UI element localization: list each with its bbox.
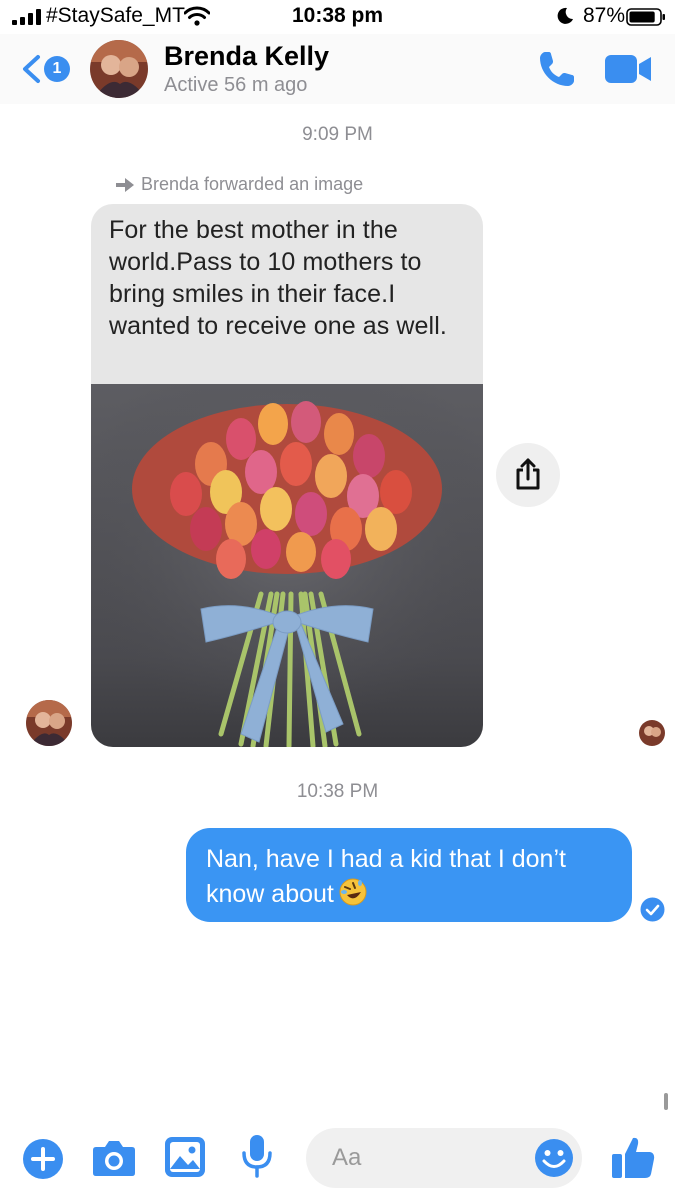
share-button[interactable] — [496, 443, 560, 507]
microphone-icon[interactable] — [240, 1133, 274, 1179]
rolling-laughing-emoji: 🤣 — [338, 877, 368, 917]
contact-name[interactable]: Brenda Kelly — [164, 41, 329, 72]
share-icon — [516, 458, 540, 490]
battery-percentage: 87% — [583, 4, 626, 27]
forwarded-image[interactable]: For the best mother in the world.Pass to… — [91, 204, 483, 747]
moon-icon — [557, 7, 573, 24]
scroll-indicator[interactable] — [664, 1093, 668, 1110]
status-bar: #StaySafe_MT 10:38 pm 87% — [0, 0, 675, 34]
plus-icon[interactable] — [22, 1138, 64, 1180]
forward-arrow-icon — [116, 178, 134, 192]
sender-avatar[interactable] — [26, 700, 72, 746]
tulip-bouquet-photo — [91, 384, 483, 747]
image-caption-text: For the best mother in the world.Pass to… — [109, 216, 447, 340]
contact-avatar[interactable] — [90, 40, 148, 98]
message-timestamp: 10:38 PM — [296, 781, 379, 802]
delivered-check-icon — [640, 897, 665, 922]
outgoing-message-bubble[interactable]: Nan, have I had a kid that I don’t know … — [186, 828, 632, 922]
rolling-laughing-icon — [339, 878, 367, 906]
avatar-photo — [639, 720, 665, 746]
unread-count-badge: 1 — [44, 56, 70, 82]
message-timestamp: 9:09 PM — [302, 124, 373, 145]
battery-icon — [626, 8, 665, 26]
phone-icon[interactable] — [536, 48, 578, 90]
outgoing-message-text: Nan, have I had a kid that I don’t know … — [206, 845, 566, 908]
conversation-header: 1 Brenda Kelly Active 56 m ago — [0, 34, 675, 104]
smiley-icon[interactable] — [534, 1138, 574, 1178]
thumbs-up-icon[interactable] — [610, 1134, 656, 1180]
forwarded-note: Brenda forwarded an image — [115, 174, 363, 195]
back-chevron-icon — [23, 55, 40, 83]
video-camera-icon[interactable] — [604, 52, 652, 86]
image-icon[interactable] — [164, 1136, 206, 1178]
message-composer — [0, 1118, 675, 1200]
contact-status: Active 56 m ago — [164, 74, 308, 96]
forwarded-note-text: Brenda forwarded an image — [141, 174, 364, 194]
avatar-photo — [26, 700, 72, 746]
back-button[interactable]: 1 — [20, 50, 74, 88]
avatar-photo — [90, 40, 148, 98]
read-receipt-avatar — [639, 720, 665, 746]
camera-icon[interactable] — [92, 1138, 136, 1178]
